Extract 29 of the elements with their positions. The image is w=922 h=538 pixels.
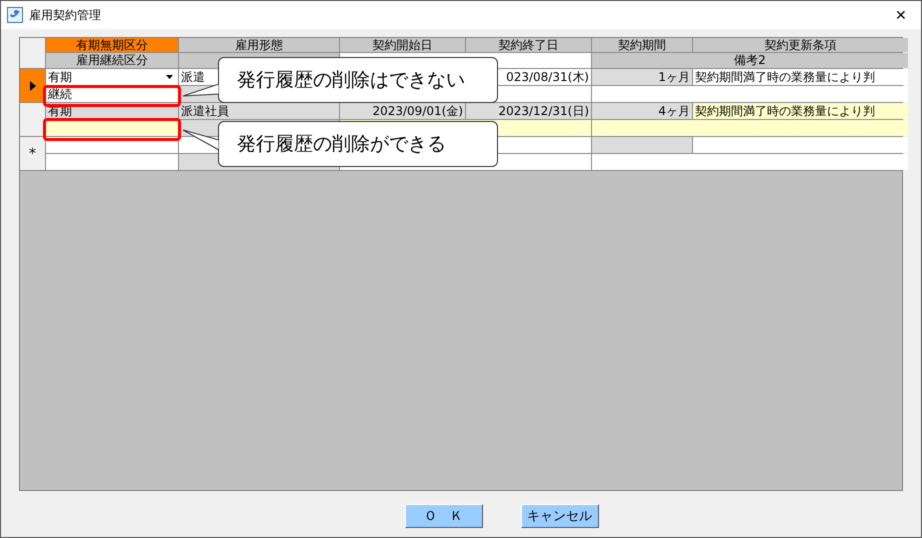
input-field[interactable] — [46, 120, 178, 136]
table-cell: 2023/09/01(金) — [340, 103, 465, 119]
column-header[interactable]: 契約開始日 — [340, 38, 465, 52]
app-icon — [7, 7, 23, 23]
column-header[interactable]: 有期無期区分 — [46, 38, 178, 52]
column-header[interactable]: 契約期間 — [592, 38, 692, 52]
record-selector[interactable] — [20, 69, 45, 102]
record-selector[interactable] — [20, 103, 45, 136]
new-record-selector[interactable]: * — [20, 137, 45, 170]
callout-tooltip: 発行履歴の削除はできない — [218, 57, 498, 103]
dialog-button[interactable]: Ｏ Ｋ — [404, 504, 482, 528]
table-cell: 1ヶ月 — [592, 69, 692, 85]
window-title: 雇用契約管理 — [29, 6, 102, 24]
table-cell: 契約期間満了時の業務量により判 — [693, 103, 908, 119]
table-cell: 4ヶ月 — [592, 103, 692, 119]
field-value: 有期 — [48, 69, 72, 85]
column-header[interactable]: 雇用継続区分 — [46, 53, 178, 68]
callout-tooltip: 発行履歴の削除ができる — [218, 121, 498, 167]
table-cell: 派遣社員 — [179, 103, 339, 119]
close-button[interactable]: ✕ — [881, 1, 921, 29]
column-header[interactable]: 備考2 — [592, 53, 908, 68]
dialog-button[interactable]: キャンセル — [520, 504, 598, 528]
table-cell: 契約期間満了時の業務量により判 — [693, 69, 908, 85]
column-header[interactable]: 契約終了日 — [466, 38, 591, 52]
table-cell: 2023/12/31(日) — [466, 103, 591, 119]
column-header[interactable]: 契約更新条項 — [693, 38, 908, 52]
current-record-icon — [30, 80, 36, 90]
column-header[interactable]: 雇用形態 — [179, 38, 339, 52]
dropdown-field[interactable]: 有期 — [46, 69, 178, 85]
